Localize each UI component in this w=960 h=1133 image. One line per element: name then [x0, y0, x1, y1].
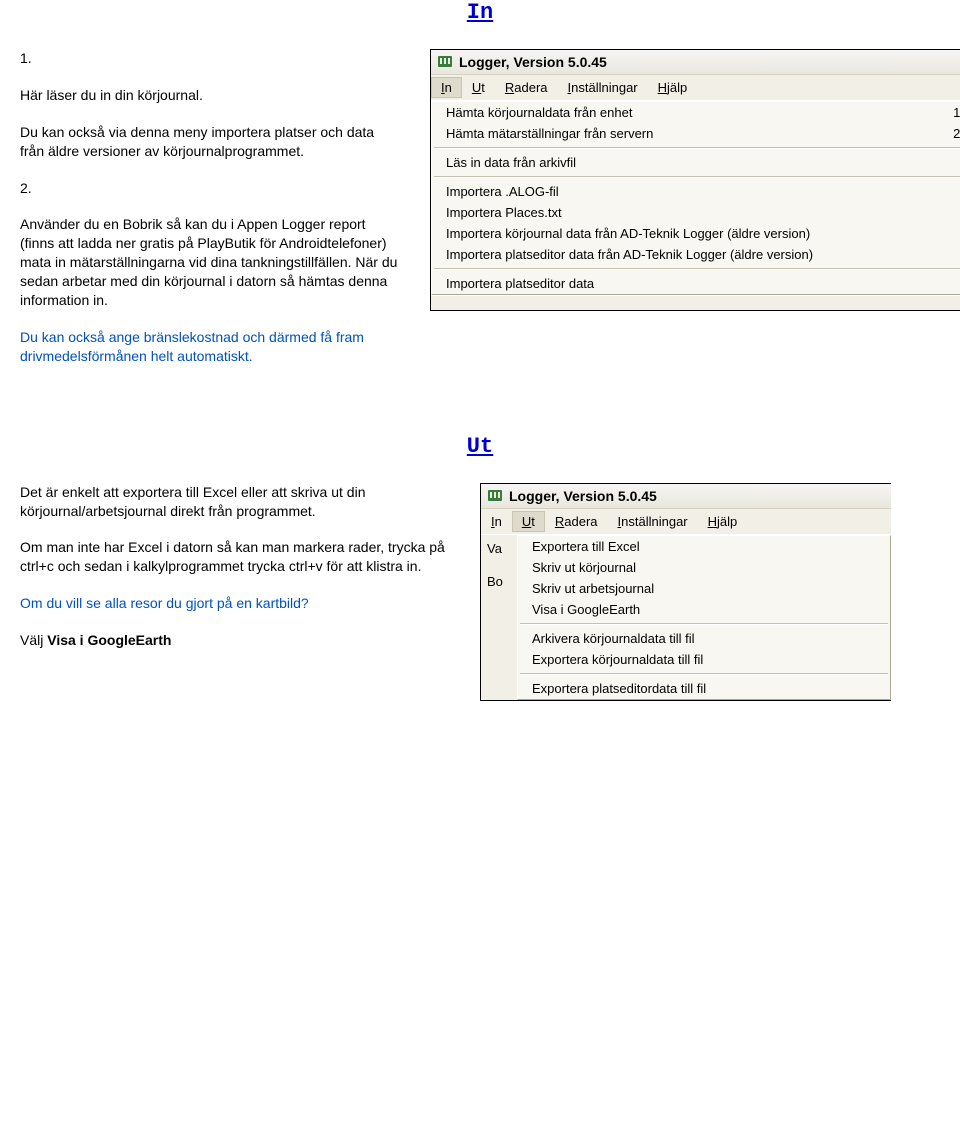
menu-ut[interactable]: Ut — [512, 511, 545, 532]
gutter-label-va: Va — [481, 541, 517, 556]
dd-label: Hämta körjournaldata från enhet — [446, 105, 632, 120]
dd-label: Importera platseditor data — [446, 276, 594, 291]
dd-label: Arkivera körjournaldata till fil — [532, 631, 695, 646]
dd-accel: 1. — [953, 105, 960, 120]
ut-p4-bold: Visa i GoogleEarth — [47, 632, 171, 648]
gutter-label-bo: Bo — [481, 574, 517, 589]
menu-installningar[interactable]: Inställningar — [558, 77, 648, 98]
menu-radera[interactable]: Radera — [495, 77, 558, 98]
dd-arkivera-fil[interactable]: Arkivera körjournaldata till fil — [518, 628, 890, 649]
ut-p4: Välj Visa i GoogleEarth — [20, 631, 450, 650]
p-1-num: 1. — [20, 49, 400, 68]
separator — [520, 673, 888, 675]
separator — [434, 147, 960, 149]
dd-las-in-arkivfil[interactable]: Läs in data från arkivfil — [432, 152, 960, 173]
content-area — [431, 295, 960, 310]
window-title: Logger, Version 5.0.45 — [509, 488, 657, 504]
menubar: In Ut Radera Inställningar Hjälp — [431, 75, 960, 101]
in-text-column: 1. Här läser du in din körjournal. Du ka… — [20, 49, 400, 384]
dd-label: Exportera platseditordata till fil — [532, 681, 706, 696]
dd-label: Visa i GoogleEarth — [532, 602, 640, 617]
app-icon — [437, 54, 453, 70]
dd-accel: 2. — [953, 126, 960, 141]
dd-label: Skriv ut arbetsjournal — [532, 581, 654, 596]
ut-p3-blue: Om du vill se alla resor du gjort på en … — [20, 594, 450, 613]
ut-dropdown: Exportera till Excel Skriv ut körjournal… — [517, 535, 891, 700]
menu-radera[interactable]: Radera — [545, 511, 608, 532]
dd-label: Importera körjournal data från AD-Teknik… — [446, 226, 810, 241]
dd-export-platseditor-fil[interactable]: Exportera platseditordata till fil — [518, 678, 890, 699]
dd-skriv-arbetsjournal[interactable]: Skriv ut arbetsjournal — [518, 578, 890, 599]
dd-visa-googleearth[interactable]: Visa i GoogleEarth — [518, 599, 890, 620]
menu-ut[interactable]: Ut — [462, 77, 495, 98]
dd-import-places[interactable]: Importera Places.txt — [432, 202, 960, 223]
logger-window-in: Logger, Version 5.0.45 In Ut Radera Inst… — [430, 49, 960, 311]
p-2: Du kan också via denna meny importera pl… — [20, 123, 400, 161]
app-icon — [487, 488, 503, 504]
menu-in[interactable]: In — [431, 77, 462, 98]
dd-label: Importera Places.txt — [446, 205, 562, 220]
separator — [434, 268, 960, 270]
menu-installningar[interactable]: Inställningar — [608, 511, 698, 532]
ut-p2: Om man inte har Excel i datorn så kan ma… — [20, 538, 450, 576]
ut-p4-prefix: Välj — [20, 632, 47, 648]
separator — [434, 176, 960, 178]
dd-export-excel[interactable]: Exportera till Excel — [518, 536, 890, 557]
menu-hjalp[interactable]: Hjälp — [648, 77, 698, 98]
dd-skriv-korjournal[interactable]: Skriv ut körjournal — [518, 557, 890, 578]
ut-heading[interactable]: Ut — [0, 434, 960, 459]
menubar: In Ut Radera Inställningar Hjälp — [481, 509, 891, 535]
separator — [520, 623, 888, 625]
ut-text-column: Det är enkelt att exportera till Excel e… — [20, 483, 450, 650]
dd-hamta-korjournal[interactable]: Hämta körjournaldata från enhet 1. — [432, 102, 960, 123]
menu-in[interactable]: In — [481, 511, 512, 532]
dd-import-korjournal-old[interactable]: Importera körjournal data från AD-Teknik… — [432, 223, 960, 244]
dd-import-platseditor-old[interactable]: Importera platseditor data från AD-Tekni… — [432, 244, 960, 265]
p-3: Använder du en Bobrik så kan du i Appen … — [20, 215, 400, 309]
p-4-blue: Du kan också ange bränslekostnad och där… — [20, 328, 400, 366]
dd-export-korjournal-fil[interactable]: Exportera körjournaldata till fil — [518, 649, 890, 670]
dd-label: Exportera till Excel — [532, 539, 640, 554]
dd-label: Exportera körjournaldata till fil — [532, 652, 703, 667]
menu-hjalp[interactable]: Hjälp — [698, 511, 748, 532]
dd-import-platseditor[interactable]: Importera platseditor data — [432, 273, 960, 294]
in-dropdown: Hämta körjournaldata från enhet 1. Hämta… — [431, 101, 960, 295]
dd-label: Läs in data från arkivfil — [446, 155, 576, 170]
dd-label: Importera platseditor data från AD-Tekni… — [446, 247, 813, 262]
ut-p1: Det är enkelt att exportera till Excel e… — [20, 483, 450, 521]
dd-label: Importera .ALOG-fil — [446, 184, 559, 199]
dd-label: Hämta mätarställningar från servern — [446, 126, 653, 141]
p-1: Här läser du in din körjournal. — [20, 86, 400, 105]
in-heading[interactable]: In — [0, 0, 960, 25]
logger-window-ut: Logger, Version 5.0.45 In Ut Radera Inst… — [480, 483, 891, 701]
dd-import-alog[interactable]: Importera .ALOG-fil — [432, 181, 960, 202]
dd-label: Skriv ut körjournal — [532, 560, 636, 575]
dd-hamta-matarstallningar[interactable]: Hämta mätarställningar från servern 2. — [432, 123, 960, 144]
window-title: Logger, Version 5.0.45 — [459, 54, 607, 70]
p-3-num: 2. — [20, 179, 400, 198]
left-gutter: Va Bo — [481, 535, 517, 700]
